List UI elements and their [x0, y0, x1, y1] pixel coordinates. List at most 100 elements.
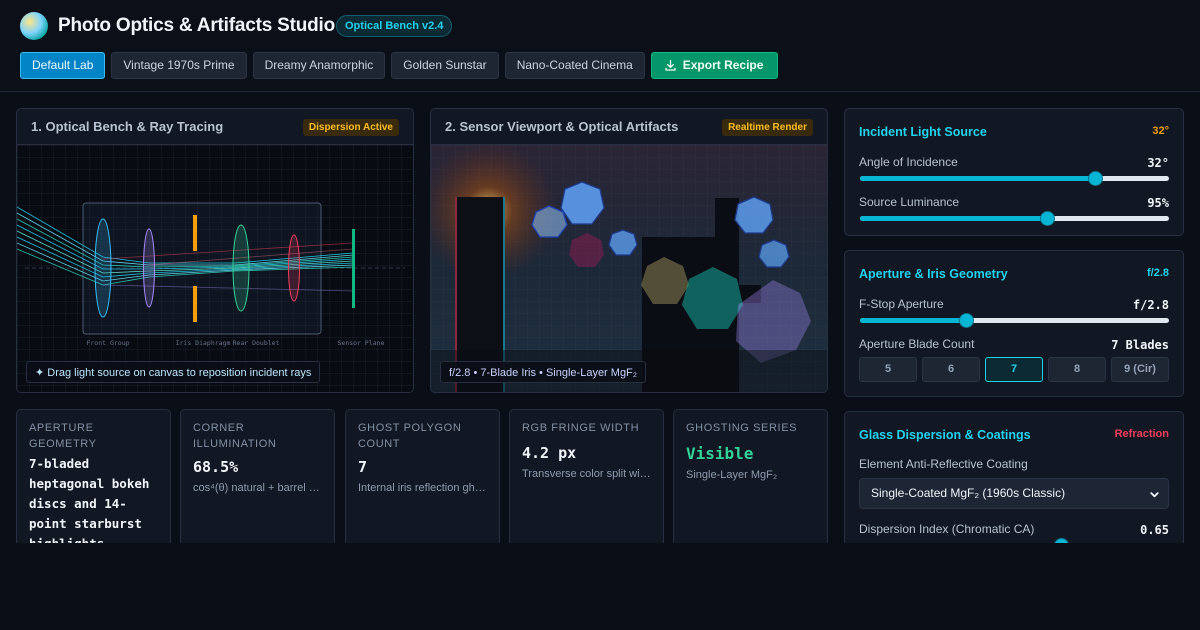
chevron-down-icon	[1150, 492, 1159, 498]
blade-option-7[interactable]: 7	[985, 357, 1043, 382]
stat-sub: cos⁴(θ) natural + barrel falloff	[193, 482, 322, 494]
coating-label: Element Anti-Reflective Coating	[859, 457, 1028, 471]
stat-value: 7	[358, 458, 368, 476]
app-header: Photo Optics & Artifacts Studio Optical …	[0, 0, 1200, 92]
sensor-viewport-title: 2. Sensor Viewport & Optical Artifacts	[445, 119, 679, 134]
fstop-slider[interactable]	[860, 313, 1169, 328]
preset-golden-sunstar[interactable]: Golden Sunstar	[391, 52, 499, 79]
sensor-plane	[352, 229, 355, 308]
sensor-render-canvas[interactable]: f/2.8 • 7-Blade Iris • Single-Layer MgF₂	[431, 141, 827, 392]
stat-value: 68.5%	[193, 458, 239, 476]
preset-default-lab[interactable]: Default Lab	[20, 52, 106, 79]
optical-bench-header: 1. Optical Bench & Ray Tracing Dispersio…	[17, 109, 413, 145]
rear-element-2	[288, 234, 300, 302]
preset-vintage-prime[interactable]: Vintage 1970s Prime	[111, 52, 247, 79]
blade-count-selector: 5 6 7 8 9 (Cir)	[859, 357, 1169, 382]
front-element-2	[143, 228, 155, 308]
lens-logo-icon	[20, 12, 48, 40]
blade-option-5[interactable]: 5	[859, 357, 917, 382]
bokeh-ghost-5	[734, 196, 774, 234]
blade-option-8[interactable]: 8	[1048, 357, 1106, 382]
export-recipe-button[interactable]: Export Recipe	[650, 52, 779, 79]
iris-blade-bottom	[193, 286, 197, 322]
fstop-label: F-Stop Aperture	[859, 297, 944, 311]
stat-corner-illumination: Corner Illumination 68.5% cos⁴(θ) natura…	[180, 409, 335, 559]
bokeh-ghost-6	[758, 239, 790, 268]
front-element-1	[94, 218, 112, 318]
angle-slider[interactable]	[860, 171, 1169, 186]
fstop-slider-thumb[interactable]	[958, 313, 974, 328]
sensor-render[interactable]	[431, 141, 827, 392]
lens-barrel	[82, 202, 322, 335]
luminance-slider-fill	[860, 216, 1047, 221]
stat-label: Corner Illumination	[193, 422, 277, 450]
stat-sub: Single-Layer MgF₂	[686, 469, 778, 481]
stat-label: Ghosting Series	[686, 422, 798, 434]
angle-slider-thumb[interactable]	[1087, 171, 1103, 186]
coating-selected-value: Single-Coated MgF₂ (1960s Classic)	[871, 486, 1066, 500]
stat-value: Visible	[686, 444, 754, 463]
luminance-slider[interactable]	[860, 211, 1169, 226]
blade-count-label: Aperture Blade Count	[859, 337, 975, 351]
ray-tracing-diagram[interactable]: Front Group Iris Diaphragm Rear Doublet …	[17, 145, 413, 392]
blade-count-value: 7 Blades	[1111, 338, 1169, 352]
fstop-slider-fill	[860, 318, 966, 323]
label-front-group: Front Group	[86, 339, 129, 347]
stat-value: 7-bladed heptagonal bokeh discs and 14-p…	[29, 456, 150, 551]
luminance-label: Source Luminance	[859, 195, 960, 209]
realtime-render-tag: Realtime Render	[722, 119, 813, 136]
stat-aperture-geometry: Aperture Geometry 7-bladed heptagonal bo…	[16, 409, 171, 559]
sensor-viewport-header: 2. Sensor Viewport & Optical Artifacts R…	[431, 109, 827, 145]
stat-value: 4.2 px	[522, 444, 577, 462]
stat-label: RGB Fringe Width	[522, 422, 640, 434]
coating-select[interactable]: Single-Coated MgF₂ (1960s Classic)	[859, 478, 1169, 509]
angle-slider-fill	[860, 176, 1095, 181]
preset-nano-coated-cinema[interactable]: Nano-Coated Cinema	[504, 52, 645, 79]
aperture-title: Aperture & Iris Geometry	[859, 267, 1008, 281]
app-title: Photo Optics & Artifacts Studio	[58, 15, 336, 36]
aperture-badge: f/2.8	[1146, 267, 1169, 279]
incident-light-title: Incident Light Source	[859, 125, 987, 139]
refraction-badge: Refraction	[1114, 428, 1169, 440]
blade-option-9-circular[interactable]: 9 (Cir)	[1111, 357, 1169, 382]
blade-option-6[interactable]: 6	[922, 357, 980, 382]
glass-title: Glass Dispersion & Coatings	[859, 428, 1031, 442]
luminance-value: 95%	[1147, 196, 1169, 210]
download-icon	[665, 59, 676, 71]
angle-label: Angle of Incidence	[859, 155, 958, 169]
fstop-value: f/2.8	[1132, 298, 1169, 312]
stat-rgb-fringe-width: RGB Fringe Width 4.2 px Transverse color…	[509, 409, 664, 559]
optical-bench-panel: 1. Optical Bench & Ray Tracing Dispersio…	[16, 108, 414, 393]
stat-sub: Transverse color split width	[522, 468, 651, 480]
label-sensor-plane: Sensor Plane	[338, 339, 385, 347]
viewport-bottom-fill	[0, 543, 1200, 630]
angle-value: 32°	[1147, 156, 1169, 170]
label-rear-doublet: Rear Doublet	[233, 339, 280, 347]
stat-ghosting-series: Ghosting Series Visible Single-Layer MgF…	[673, 409, 828, 559]
export-recipe-label: Export Recipe	[682, 58, 764, 72]
stat-label: Aperture Geometry	[29, 422, 97, 450]
viewport-caption: f/2.8 • 7-Blade Iris • Single-Layer MgF₂	[440, 361, 647, 383]
ray-tracing-canvas[interactable]: Front Group Iris Diaphragm Rear Doublet …	[17, 145, 413, 392]
label-iris: Iris Diaphragm	[176, 339, 231, 347]
aperture-panel: Aperture & Iris Geometry f/2.8 F-Stop Ap…	[844, 250, 1184, 397]
drag-hint: ✦ Drag light source on canvas to reposit…	[26, 361, 321, 383]
bokeh-ghost-3	[608, 229, 638, 256]
rear-element-1	[232, 224, 250, 312]
iris-blade-top	[193, 215, 197, 251]
dispersion-value: 0.65	[1140, 523, 1169, 537]
dispersion-active-tag: Dispersion Active	[302, 119, 399, 136]
version-badge: Optical Bench v2.4	[336, 15, 453, 37]
stat-ghost-polygon-count: Ghost Polygon Count 7 Internal iris refl…	[345, 409, 500, 559]
stat-sub: Internal iris reflection ghosts	[358, 482, 487, 494]
glass-dispersion-panel: Glass Dispersion & Coatings Refraction E…	[844, 411, 1184, 561]
optical-bench-title: 1. Optical Bench & Ray Tracing	[31, 119, 224, 134]
preset-dreamy-anamorphic[interactable]: Dreamy Anamorphic	[252, 52, 386, 79]
incident-angle-badge: 32°	[1152, 125, 1169, 137]
dispersion-label: Dispersion Index (Chromatic CA)	[859, 522, 1035, 536]
preset-bar: Default Lab Vintage 1970s Prime Dreamy A…	[20, 52, 779, 79]
stat-label: Ghost Polygon Count	[358, 422, 462, 450]
sensor-viewport-panel: 2. Sensor Viewport & Optical Artifacts R…	[430, 108, 828, 393]
incident-light-panel: Incident Light Source 32° Angle of Incid…	[844, 108, 1184, 236]
luminance-slider-thumb[interactable]	[1039, 211, 1055, 226]
